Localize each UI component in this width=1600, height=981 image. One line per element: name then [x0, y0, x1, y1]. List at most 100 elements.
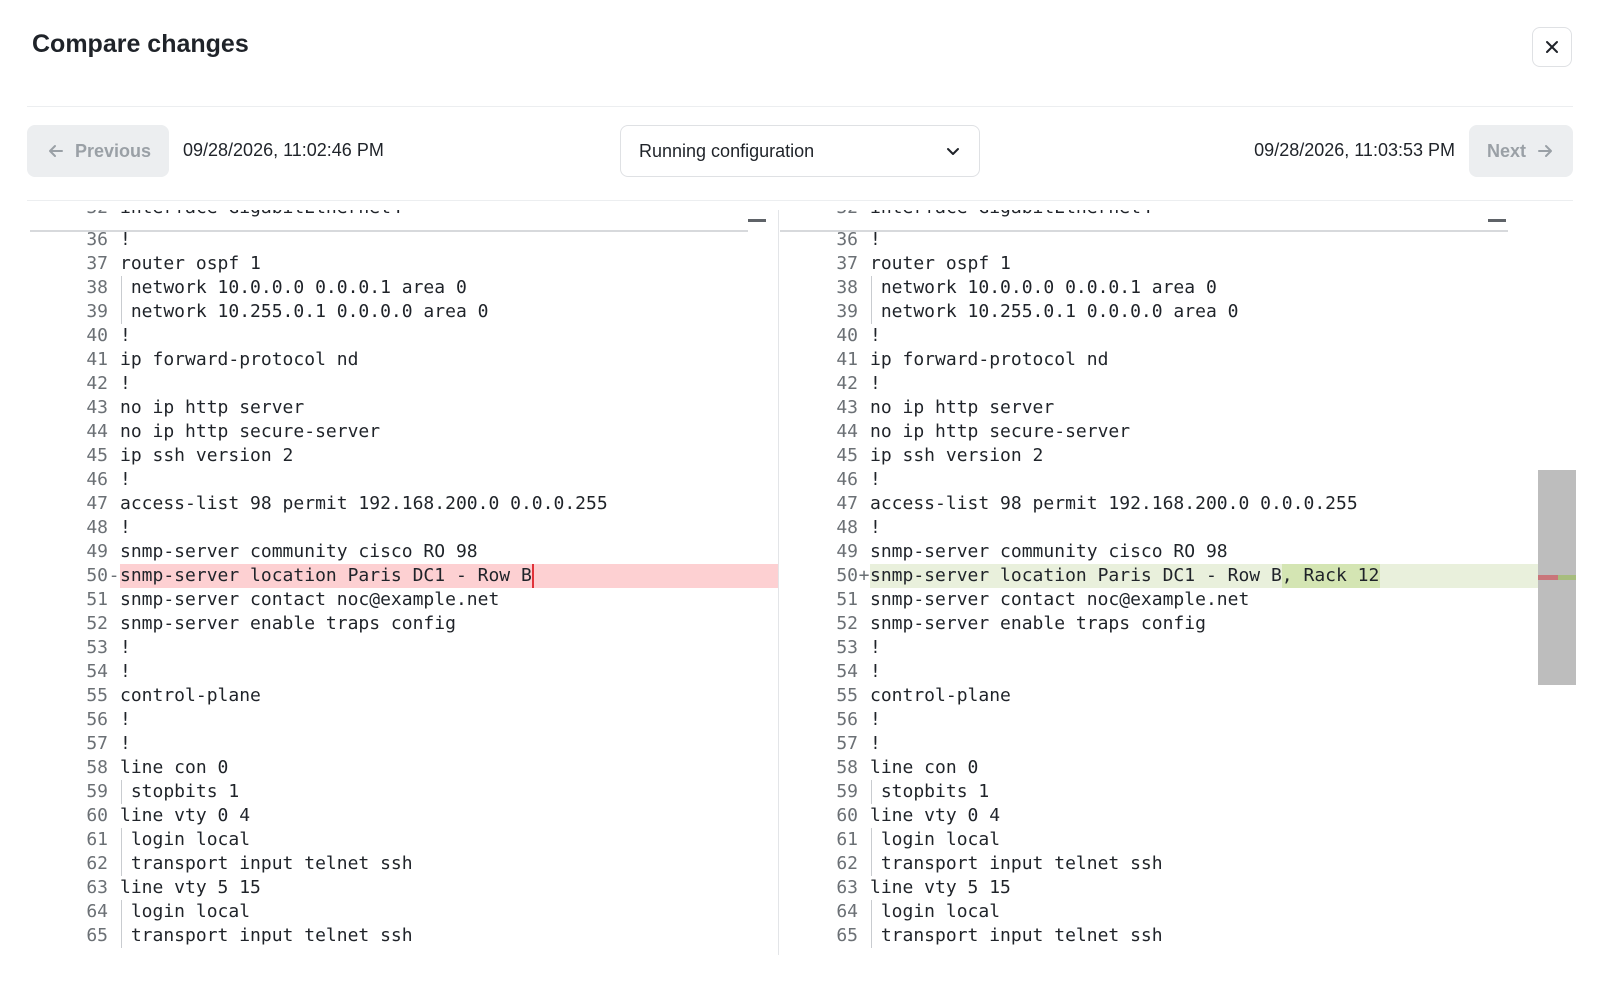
diff-editor[interactable]: 32interface GigabitEthernet436!37router …: [30, 210, 1576, 955]
addition-marker: +: [858, 565, 870, 586]
code-line: 49 snmp-server community cisco RO 98: [30, 540, 778, 564]
line-number: 44: [86, 421, 108, 442]
code-line: 57!: [30, 732, 778, 756]
code-text: transport input telnet ssh: [870, 925, 1163, 946]
code-text: line vty 5 15: [120, 877, 261, 898]
sticky-scroll-line: 32 interface GigabitEthernet4: [30, 210, 778, 220]
code-line: 57!: [780, 732, 1538, 756]
code-text: stopbits 1: [870, 781, 990, 802]
code-text: network 10.0.0.0 0.0.0.1 area 0: [870, 277, 1217, 298]
code-line: 36!: [780, 228, 1538, 252]
line-number: 61: [86, 829, 108, 850]
code-line: 52 snmp-server enable traps config: [30, 612, 778, 636]
code-line: 52 snmp-server enable traps config: [780, 612, 1538, 636]
code-text: ip ssh version 2: [870, 445, 1044, 466]
code-line: 51 snmp-server contact noc@example.net: [780, 588, 1538, 612]
line-number: 40: [836, 325, 858, 346]
code-text: !: [120, 733, 131, 754]
header-divider: [27, 106, 1573, 107]
code-line: 60 line vty 0 4: [780, 804, 1538, 828]
code-line: 46!: [30, 468, 778, 492]
line-number: 51: [836, 589, 858, 610]
code-line: 63 line vty 5 15: [30, 876, 778, 900]
code-text: !: [120, 661, 131, 682]
code-text: snmp-server location Paris DC1 - Row B: [120, 565, 532, 586]
code-text: no ip http secure-server: [870, 421, 1131, 442]
code-line: 47 access-list 98 permit 192.168.200.0 0.…: [30, 492, 778, 516]
arrow-left-icon: [49, 145, 63, 157]
code-text: !: [870, 229, 881, 250]
deletion-end-marker: [532, 564, 535, 588]
config-select-value: Running configuration: [639, 140, 815, 161]
code-text: snmp-server contact noc@example.net: [120, 589, 500, 610]
code-line: 45 ip ssh version 2: [780, 444, 1538, 468]
code-line: 45 ip ssh version 2: [30, 444, 778, 468]
code-line: 54!: [30, 660, 778, 684]
config-type-select[interactable]: Running configuration: [620, 125, 980, 177]
chevron-down-icon: [947, 148, 959, 155]
line-number: 47: [836, 493, 858, 514]
line-number: 60: [836, 805, 858, 826]
code-line: 39 network 10.255.0.1 0.0.0.0 area 0: [30, 300, 778, 324]
next-button[interactable]: Next: [1469, 125, 1573, 177]
code-text: login local: [120, 901, 251, 922]
modified-pane[interactable]: 32interface GigabitEthernet436!37router …: [780, 210, 1560, 955]
code-line: 44 no ip http secure-server: [30, 420, 778, 444]
code-line: 40!: [30, 324, 778, 348]
line-number: 53: [836, 637, 858, 658]
code-line: 37 router ospf 1: [30, 252, 778, 276]
collapse-icon[interactable]: [1488, 219, 1506, 222]
code-text: no ip http server: [870, 397, 1055, 418]
line-number: 48: [836, 517, 858, 538]
close-button[interactable]: [1532, 27, 1572, 67]
code-text: login local: [870, 901, 1001, 922]
original-pane[interactable]: 32interface GigabitEthernet4 36! 37router …: [30, 210, 780, 955]
code-line: 37 router ospf 1: [780, 252, 1538, 276]
code-text: network 10.0.0.0 0.0.0.1 area 0: [120, 277, 467, 298]
code-text: snmp-server contact noc@example.net: [870, 589, 1250, 610]
code-line: 47 access-list 98 permit 192.168.200.0 0.…: [780, 492, 1538, 516]
line-number: 59: [86, 781, 108, 802]
code-line: 43 no ip http server: [780, 396, 1538, 420]
line-number: 39: [836, 301, 858, 322]
code-text: snmp-server enable traps config: [120, 613, 456, 634]
line-number: 43: [836, 397, 858, 418]
line-number: 50: [86, 565, 108, 586]
arrow-right-icon: [1538, 145, 1553, 157]
code-line: 40!: [780, 324, 1538, 348]
line-number: 64: [836, 901, 858, 922]
code-text: line vty 0 4: [120, 805, 251, 826]
code-line: 53!: [30, 636, 778, 660]
line-number: 47: [86, 493, 108, 514]
code-text: !: [120, 469, 131, 490]
code-line: 58 line con 0: [30, 756, 778, 780]
code-line: 65 transport input telnet ssh: [780, 924, 1538, 948]
code-line: 61 login local: [780, 828, 1538, 852]
code-line: 38 network 10.0.0.0 0.0.0.1 area 0: [30, 276, 778, 300]
code-text: line vty 0 4: [870, 805, 1001, 826]
code-text: interface GigabitEthernet4: [870, 210, 1152, 220]
code-line: 41 ip forward-protocol nd: [30, 348, 778, 372]
code-line: 50 + snmp-server location Paris DC1 - Row …: [780, 564, 1538, 588]
code-text: router ospf 1: [870, 253, 1011, 274]
previous-button[interactable]: Previous: [27, 125, 169, 177]
collapse-icon[interactable]: [748, 219, 766, 222]
line-number: 36: [836, 229, 858, 250]
code-text: snmp-server enable traps config: [870, 613, 1206, 634]
line-number: 65: [86, 925, 108, 946]
code-text: !: [870, 325, 881, 346]
code-line: 51 snmp-server contact noc@example.net: [30, 588, 778, 612]
code-line: 62 transport input telnet ssh: [780, 852, 1538, 876]
dialog-title: Compare changes: [32, 30, 249, 58]
line-number: 59: [836, 781, 858, 802]
code-line: 64 login local: [30, 900, 778, 924]
deletion-marker: -: [108, 565, 120, 586]
code-text: !: [870, 517, 881, 538]
code-text: no ip http secure-server: [120, 421, 381, 442]
line-number: 36: [86, 229, 108, 250]
code-text: interface GigabitEthernet4: [120, 210, 402, 220]
line-number: 54: [836, 661, 858, 682]
overview-deletion-marker: [1538, 575, 1558, 580]
compare-changes-dialog: Compare changes Previous 09/28/2026, 11:…: [0, 0, 1600, 981]
code-text: !: [120, 373, 131, 394]
